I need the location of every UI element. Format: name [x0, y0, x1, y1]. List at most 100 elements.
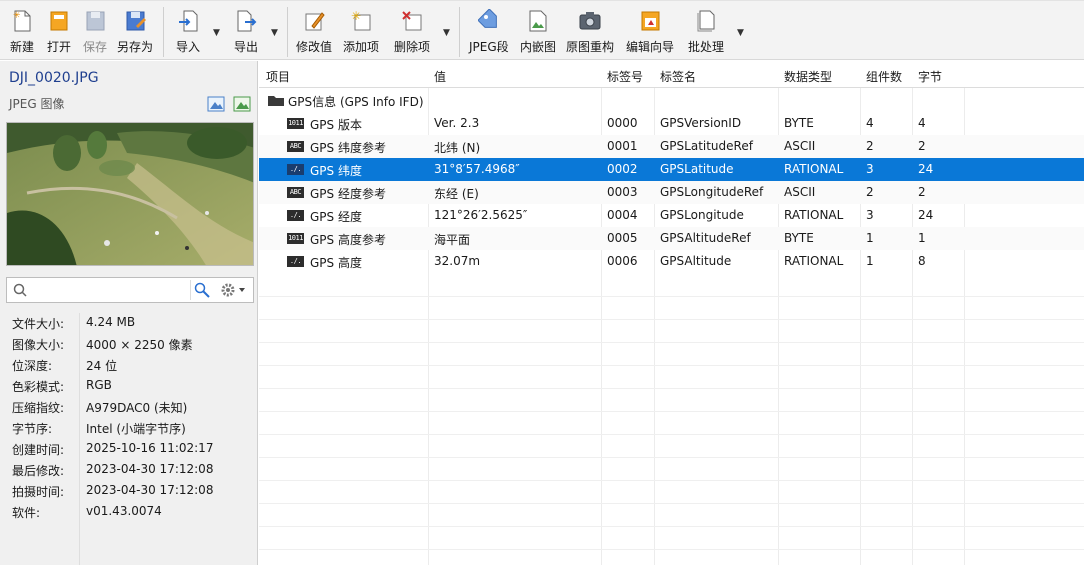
gear-icon[interactable] [219, 281, 249, 302]
file-info-panel: DJI_0020.JPG JPEG 图像 文件大小: 4.24 MB 图像大小:… [0, 61, 258, 565]
empty-row-line [259, 549, 1084, 550]
column-header-count[interactable]: 组件数 [866, 68, 902, 85]
save-disk-icon [83, 8, 107, 34]
column-header-bytes[interactable]: 字节 [918, 68, 942, 85]
column-header-item[interactable]: 项目 [266, 68, 290, 85]
property-bit-depth: 位深度: 24 位 [12, 359, 118, 373]
empty-row-line [259, 526, 1084, 527]
image-preview-icon[interactable] [233, 96, 251, 115]
find-person-icon[interactable] [193, 281, 211, 302]
add-item-icon: ✳ [349, 8, 373, 34]
toolbar-separator [459, 7, 460, 57]
delete-item-icon [400, 8, 424, 34]
camera-icon [578, 8, 602, 34]
empty-row-line [259, 434, 1084, 435]
table-row[interactable]: ./. GPS 经度 121°26′2.5625″ 0004 GPSLongit… [259, 204, 1084, 227]
batch-process-button[interactable]: 批处理 [688, 8, 724, 58]
embedded-image-icon [526, 8, 550, 34]
empty-row-line [259, 388, 1084, 389]
import-dropdown-icon[interactable]: ▼ [213, 28, 220, 38]
embedded-image-button[interactable]: 内嵌图 [520, 8, 556, 58]
rational-type-icon: ./. [287, 164, 304, 175]
byte-type-icon: 1011 [287, 118, 304, 129]
property-file-size: 文件大小: 4.24 MB [12, 315, 136, 331]
property-image-size: 图像大小: 4000 × 2250 像素 [12, 338, 193, 352]
column-header-tag-number[interactable]: 标签号 [607, 68, 643, 85]
property-shot-time: 拍摄时间: 2023-04-30 17:12:08 [12, 483, 214, 499]
batch-dropdown-icon[interactable]: ▼ [737, 28, 744, 38]
save-as-icon [123, 8, 147, 34]
group-label: GPS信息 (GPS Info IFD) [288, 95, 424, 109]
byte-type-icon: 1011 [287, 233, 304, 244]
new-file-icon: ✳ [10, 8, 34, 34]
grid-header: 项目 值 标签号 标签名 数据类型 组件数 字节 [259, 61, 1084, 88]
table-row[interactable]: ABC GPS 经度参考 东经 (E) 0003 GPSLongitudeRef… [259, 181, 1084, 204]
export-button[interactable]: 导出 [234, 8, 258, 58]
toolbar-separator [287, 7, 288, 57]
image-view-icon[interactable] [207, 96, 225, 115]
toolbar: ✳ 新建 打开 保存 另存为 导入 ▼ 导出 ▼ 修改值 ✳ 添加项 删除项 ▼… [0, 0, 1084, 60]
open-folder-icon [47, 8, 71, 34]
jpeg-segment-button[interactable]: JPEG段 [469, 8, 509, 58]
import-icon [176, 8, 200, 34]
column-header-value[interactable]: 值 [434, 68, 446, 85]
file-type: JPEG 图像 [9, 97, 65, 111]
empty-row-line [259, 342, 1084, 343]
svg-text:✳: ✳ [351, 9, 361, 23]
search-divider [190, 280, 191, 300]
file-properties-list: 文件大小: 4.24 MB 图像大小: 4000 × 2250 像素 位深度: 24 … [0, 313, 258, 523]
wizard-icon [638, 8, 662, 34]
batch-document-icon [694, 8, 718, 34]
toolbar-separator [163, 7, 164, 57]
column-header-data-type[interactable]: 数据类型 [784, 68, 832, 85]
empty-row-line [259, 503, 1084, 504]
empty-row-line [259, 319, 1084, 320]
table-row[interactable]: 1011 GPS 高度参考 海平面 0005 GPSAltitudeRef BY… [259, 227, 1084, 250]
view-mode-icons [207, 96, 251, 115]
property-color-mode: 色彩模式: RGB [12, 378, 112, 394]
table-row[interactable]: ABC GPS 纬度参考 北纬 (N) 0001 GPSLatitudeRef … [259, 135, 1084, 158]
save-button[interactable]: 保存 [83, 8, 107, 58]
property-created-time: 创建时间: 2025-10-16 11:02:17 [12, 441, 214, 457]
property-byte-order: 字节序: Intel (小端字节序) [12, 422, 186, 436]
save-as-button[interactable]: 另存为 [117, 8, 153, 58]
property-compression-fingerprint: 压缩指纹: A979DAC0 (未知) [12, 401, 188, 415]
export-icon [234, 8, 258, 34]
exif-grid: 项目 值 标签号 标签名 数据类型 组件数 字节 GPS信息 (GPS Info… [259, 61, 1084, 565]
file-name: DJI_0020.JPG [9, 70, 99, 86]
empty-row-line [259, 411, 1084, 412]
table-row[interactable]: ./. GPS 高度 32.07m 0006 GPSAltitude RATIO… [259, 250, 1084, 273]
image-thumbnail [6, 122, 254, 266]
empty-row-line [259, 480, 1084, 481]
export-dropdown-icon[interactable]: ▼ [271, 28, 278, 38]
modify-value-button[interactable]: 修改值 [296, 8, 332, 58]
group-row-gps[interactable]: GPS信息 (GPS Info IFD) [259, 89, 1084, 112]
edit-wizard-button[interactable]: 编辑向导 [626, 8, 674, 58]
table-row-selected[interactable]: ./. GPS 纬度 31°8′57.4968″ 0002 GPSLatitud… [259, 158, 1084, 181]
open-button[interactable]: 打开 [47, 8, 71, 58]
property-modified-time: 最后修改: 2023-04-30 17:12:08 [12, 462, 214, 478]
property-software: 软件: v01.43.0074 [12, 504, 162, 520]
tag-icon [477, 8, 501, 34]
rational-type-icon: ./. [287, 256, 304, 267]
empty-row-line [259, 365, 1084, 366]
ascii-type-icon: ABC [287, 187, 304, 198]
ascii-type-icon: ABC [287, 141, 304, 152]
delete-item-button[interactable]: 删除项 [394, 8, 430, 58]
empty-row-line [259, 457, 1084, 458]
column-header-tag-name[interactable]: 标签名 [660, 68, 696, 85]
delete-dropdown-icon[interactable]: ▼ [443, 28, 450, 38]
table-row[interactable]: 1011 GPS 版本 Ver. 2.3 0000 GPSVersionID B… [259, 112, 1084, 135]
empty-row-line [259, 296, 1084, 297]
search-icon [13, 283, 27, 300]
search-box[interactable] [6, 277, 254, 303]
property-column-divider [79, 313, 80, 565]
svg-text:✳: ✳ [13, 11, 21, 21]
rational-type-icon: ./. [287, 210, 304, 221]
add-item-button[interactable]: ✳ 添加项 [343, 8, 379, 58]
import-button[interactable]: 导入 [176, 8, 200, 58]
rebuild-original-button[interactable]: 原图重构 [566, 8, 614, 58]
edit-pencil-icon [302, 8, 326, 34]
folder-icon [268, 95, 284, 109]
new-button[interactable]: ✳ 新建 [10, 8, 34, 58]
